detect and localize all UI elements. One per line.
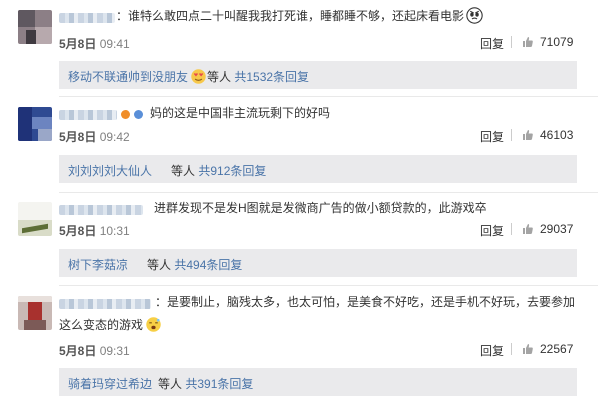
- sub-reply-box[interactable]: 刘刘刘刘大仙人 等人 共912条回复: [59, 155, 577, 183]
- sub-reply-summary: 等人 共494条回复: [147, 258, 243, 272]
- comment-text: 进群发现不是发H图就是发微商广告的做小额贷款的，此游戏卒: [154, 201, 487, 215]
- timestamp: 5月8日 09:41: [59, 37, 130, 51]
- timestamp: 5月8日 09:42: [59, 130, 130, 144]
- username-blurred[interactable]: [59, 299, 151, 309]
- thumbs-up-icon[interactable]: [522, 36, 534, 48]
- sub-reply-summary: 等人 共912条回复: [171, 164, 267, 178]
- view-all-replies-link[interactable]: 共494条回复: [174, 258, 242, 272]
- view-all-replies-link[interactable]: 共912条回复: [198, 164, 266, 178]
- avatar[interactable]: [18, 296, 52, 330]
- comment-text: ：谁特么敢四点二十叫醒我我打死谁，睡都睡不够，还起床看电影: [116, 6, 483, 27]
- comment-text-line-1: ：是要制止，脑残太多，也太可怕，是美食不好吃，还是手机不好玩，去要参加: [155, 295, 576, 309]
- thumbs-up-icon[interactable]: [522, 129, 534, 141]
- avatar[interactable]: [18, 107, 52, 141]
- separator: [511, 223, 512, 235]
- username-blurred[interactable]: [59, 205, 143, 215]
- sub-reply-summary: 等人 共391条回复: [158, 377, 254, 391]
- like-count: 71079: [540, 35, 574, 49]
- sub-reply-box[interactable]: 树下李菇凉 等人 共494条回复: [59, 249, 577, 277]
- reply-button[interactable]: 回复: [480, 35, 504, 52]
- view-all-replies-link[interactable]: 共391条回复: [185, 377, 253, 391]
- like-count: 22567: [540, 342, 574, 356]
- avatar[interactable]: [18, 202, 52, 236]
- sub-reply-user[interactable]: 刘刘刘刘大仙人: [68, 162, 152, 179]
- sub-reply-user[interactable]: 移动不联通帅到没朋友: [68, 68, 207, 85]
- username-blurred[interactable]: [59, 13, 115, 23]
- angry-face-icon: [466, 7, 483, 24]
- yawn-face-icon: [146, 317, 161, 332]
- sub-reply-summary: 等人 共1532条回复: [207, 70, 310, 84]
- sub-reply-user[interactable]: 树下李菇凉: [68, 256, 128, 273]
- sub-reply-box[interactable]: 移动不联通帅到没朋友 等人 共1532条回复: [59, 61, 577, 89]
- reply-button[interactable]: 回复: [480, 342, 504, 359]
- thumbs-up-icon[interactable]: [522, 343, 534, 355]
- separator: [511, 36, 512, 48]
- divider: [59, 96, 598, 97]
- member-badge-icon: [134, 110, 143, 119]
- timestamp: 5月8日 10:31: [59, 224, 130, 238]
- love-face-icon: [191, 69, 206, 84]
- verified-badge-icon: [121, 110, 130, 119]
- avatar[interactable]: [18, 10, 52, 44]
- view-all-replies-link[interactable]: 共1532条回复: [234, 70, 309, 84]
- comment-text-line-2: 这么变态的游戏: [59, 315, 162, 336]
- reply-button[interactable]: 回复: [480, 128, 504, 145]
- username-blurred[interactable]: [59, 110, 117, 120]
- timestamp: 5月8日 09:31: [59, 344, 130, 358]
- comment-text: 妈的这是中国非主流玩剩下的好吗: [150, 106, 331, 120]
- separator: [511, 343, 512, 355]
- separator: [511, 129, 512, 141]
- like-count: 29037: [540, 222, 574, 236]
- divider: [59, 192, 598, 193]
- like-count: 46103: [540, 128, 574, 142]
- reply-button[interactable]: 回复: [480, 222, 504, 239]
- sub-reply-user[interactable]: 骑着玛穿过希边: [68, 375, 152, 392]
- thumbs-up-icon[interactable]: [522, 223, 534, 235]
- divider: [59, 285, 598, 286]
- sub-reply-box[interactable]: 骑着玛穿过希边 等人 共391条回复: [59, 368, 577, 396]
